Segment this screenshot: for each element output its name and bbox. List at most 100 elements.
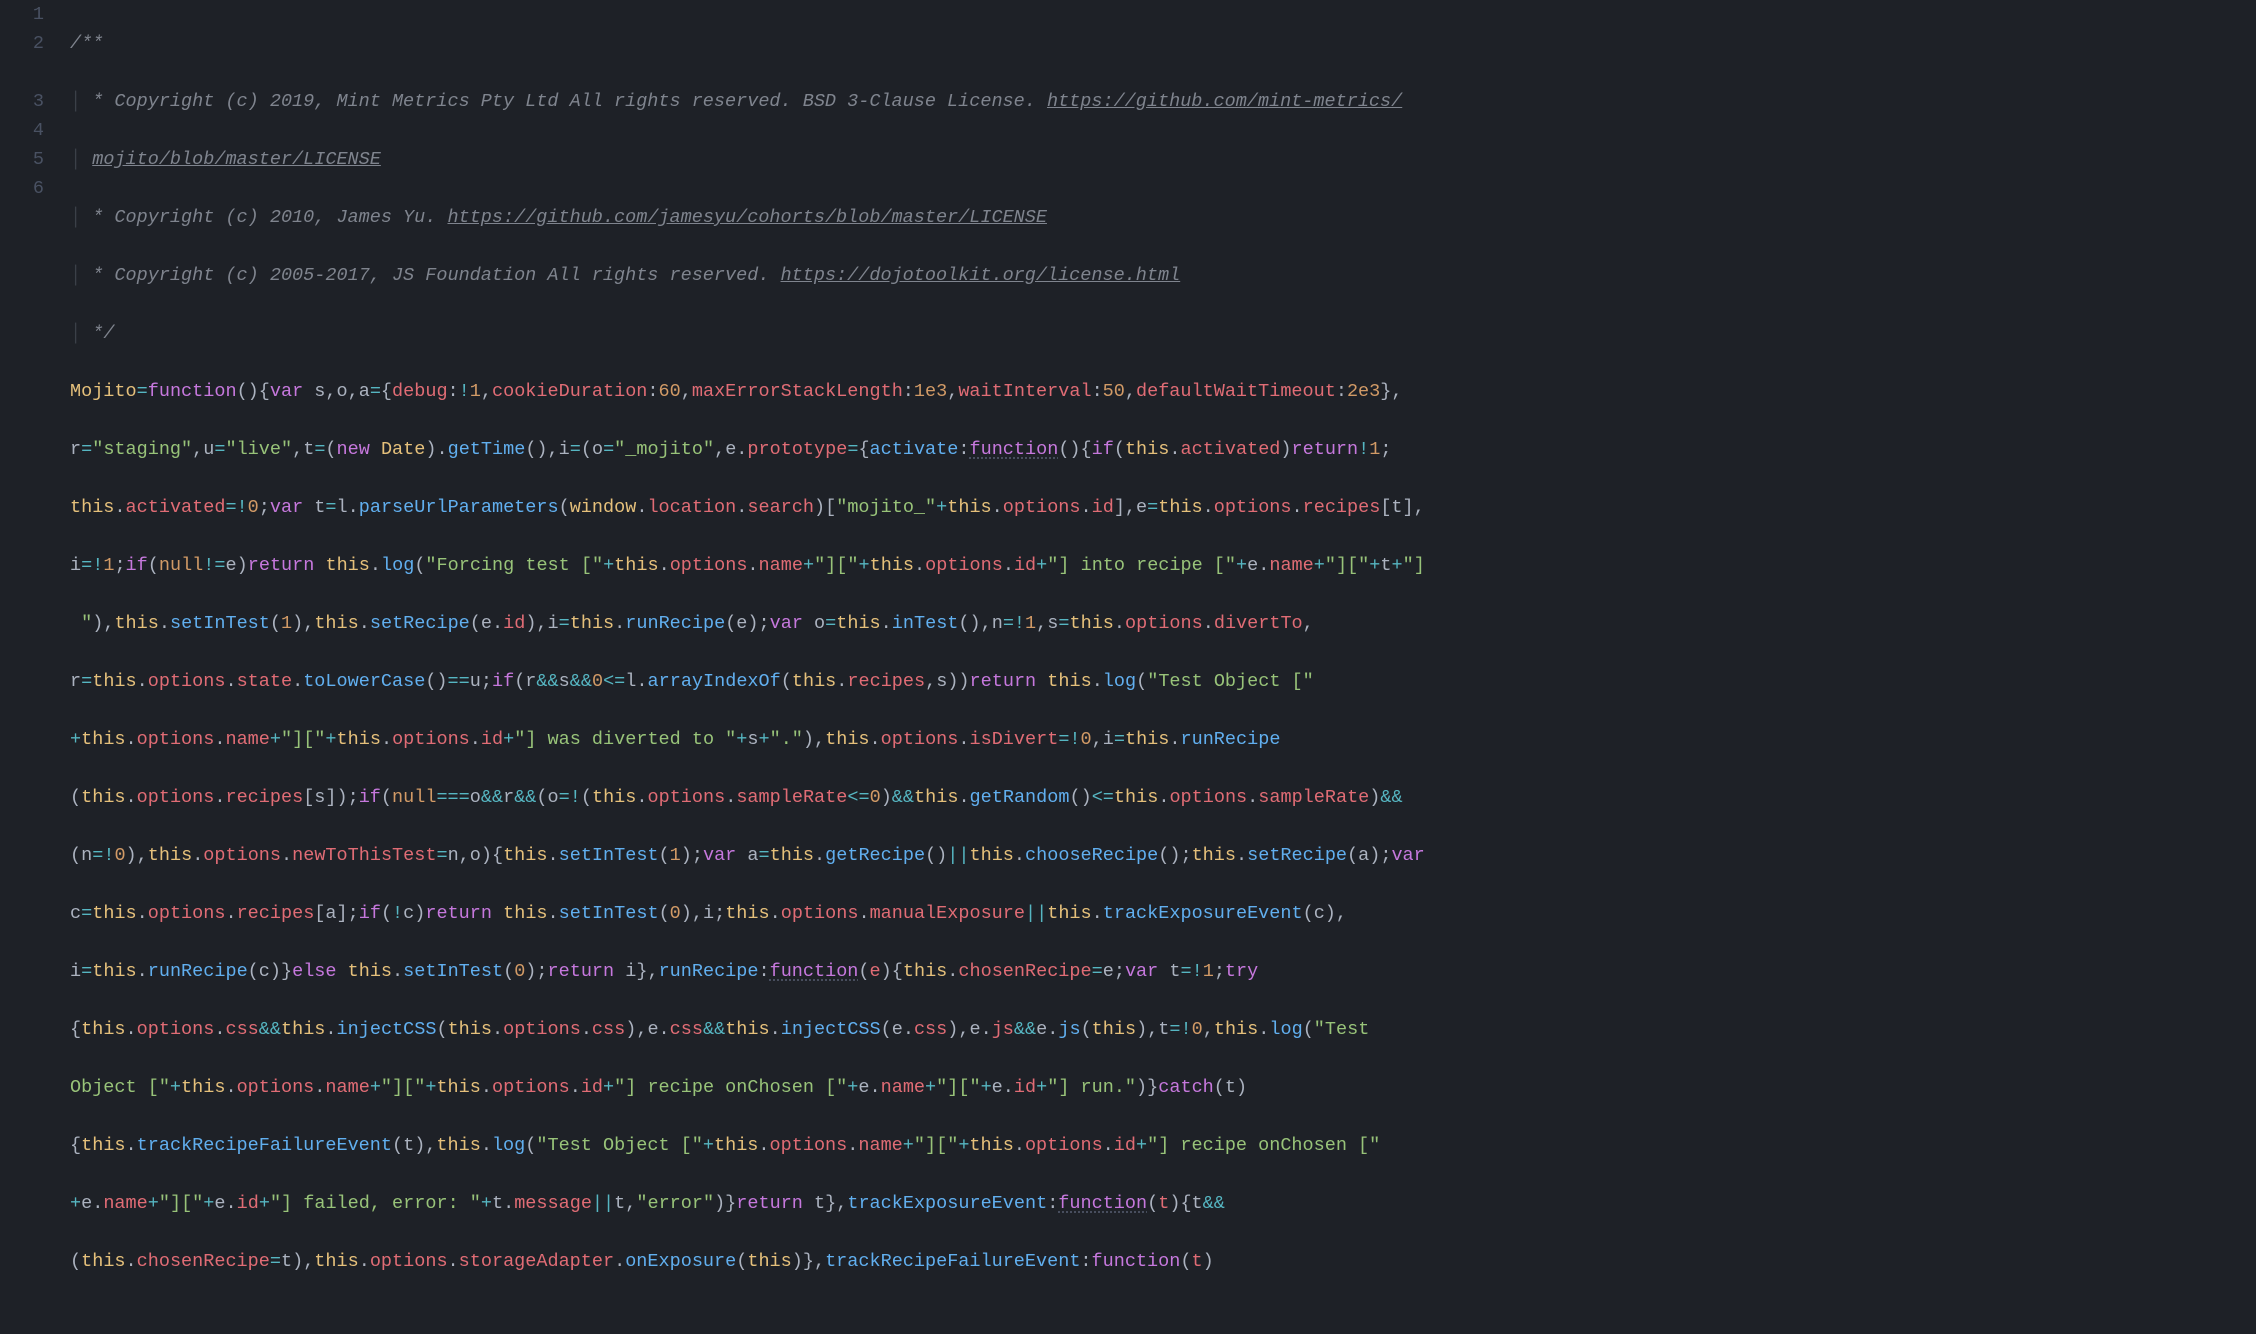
comment-text: * Copyright (c) 2019, Mint Metrics Pty L…: [81, 91, 1047, 112]
this: this: [825, 729, 869, 750]
code-line[interactable]: │ * Copyright (c) 2010, James Yu. https:…: [70, 203, 2256, 232]
line-number: [0, 493, 44, 522]
keyword: var: [1125, 961, 1158, 982]
string: "] recipe onChosen [": [1147, 1135, 1380, 1156]
line-number: [0, 348, 44, 377]
property: id: [237, 1193, 259, 1214]
code-line[interactable]: this.activated=!0;var t=l.parseUrlParame…: [70, 493, 2256, 522]
property: options: [770, 1135, 848, 1156]
this: this: [1047, 903, 1091, 924]
code-line[interactable]: /**: [70, 29, 2256, 58]
code-line[interactable]: {this.options.css&&this.injectCSS(this.o…: [70, 1015, 2256, 1044]
code-line[interactable]: +this.options.name+"]["+this.options.id+…: [70, 725, 2256, 754]
code-line[interactable]: i=this.runRecipe(c)}else this.setInTest(…: [70, 957, 2256, 986]
string: "] into recipe [": [1047, 555, 1236, 576]
object: window: [570, 497, 637, 518]
this: this: [1125, 729, 1169, 750]
property: css: [914, 1019, 947, 1040]
string: "][": [159, 1193, 203, 1214]
property: state: [237, 671, 293, 692]
property: recipes: [237, 903, 315, 924]
property: manualExposure: [870, 903, 1025, 924]
function: inTest: [892, 613, 959, 634]
this: this: [1069, 613, 1113, 634]
code-line[interactable]: "),this.setInTest(1),this.setRecipe(e.id…: [70, 609, 2256, 638]
string: "staging": [92, 439, 192, 460]
comment-link[interactable]: https://github.com/jamesyu/cohorts/blob/…: [447, 207, 1047, 228]
this: this: [970, 845, 1014, 866]
property: options: [1125, 613, 1203, 634]
code-line[interactable]: Object ["+this.options.name+"]["+this.op…: [70, 1073, 2256, 1102]
number: 50: [1103, 381, 1125, 402]
code-line[interactable]: │ */: [70, 319, 2256, 348]
code-content[interactable]: /** │ * Copyright (c) 2019, Mint Metrics…: [70, 0, 2256, 1334]
keyword: var: [270, 497, 303, 518]
function: setRecipe: [1247, 845, 1347, 866]
code-line[interactable]: r="staging",u="live",t=(new Date).getTim…: [70, 435, 2256, 464]
comment-link[interactable]: https://dojotoolkit.org/license.html: [781, 265, 1181, 286]
code-line[interactable]: i=!1;if(null!=e)return this.log("Forcing…: [70, 551, 2256, 580]
keyword: else: [292, 961, 336, 982]
property: name: [858, 1135, 902, 1156]
function: log: [1103, 671, 1136, 692]
this: this: [770, 845, 814, 866]
function: trackRecipeFailureEvent: [137, 1135, 392, 1156]
comment-text: * Copyright (c) 2005-2017, JS Foundation…: [81, 265, 780, 286]
string: "Test Object [": [536, 1135, 703, 1156]
line-number-gutter: 1 2 3 4 5 6: [0, 0, 70, 1334]
keyword: function: [969, 439, 1058, 460]
code-line[interactable]: (this.options.recipes[s]);if(null===o&&r…: [70, 783, 2256, 812]
code-line[interactable]: │ * Copyright (c) 2019, Mint Metrics Pty…: [70, 87, 2256, 116]
code-line[interactable]: r=this.options.state.toLowerCase()==u;if…: [70, 667, 2256, 696]
line-number: [0, 58, 44, 87]
property: options: [503, 1019, 581, 1040]
property: css: [670, 1019, 703, 1040]
code-line[interactable]: │ mojito/blob/master/LICENSE: [70, 145, 2256, 174]
function: setInTest: [403, 961, 503, 982]
code-line[interactable]: (n=!0),this.options.newToThisTest=n,o){t…: [70, 841, 2256, 870]
this: this: [1192, 845, 1236, 866]
this: this: [314, 613, 358, 634]
line-number: 1: [0, 0, 44, 29]
property: options: [137, 1019, 215, 1040]
code-line[interactable]: {this.trackRecipeFailureEvent(t),this.lo…: [70, 1131, 2256, 1160]
code-line[interactable]: c=this.options.recipes[a];if(!c)return t…: [70, 899, 2256, 928]
string: "Forcing test [": [425, 555, 603, 576]
property: options: [137, 729, 215, 750]
line-number: [0, 551, 44, 580]
property: chosenRecipe: [958, 961, 1091, 982]
this: this: [914, 787, 958, 808]
property: id: [581, 1077, 603, 1098]
string: "] recipe onChosen [": [614, 1077, 847, 1098]
property: options: [648, 787, 726, 808]
this: this: [1214, 1019, 1258, 1040]
keyword: function: [1092, 1251, 1181, 1272]
comment-link[interactable]: mojito/blob/master/LICENSE: [92, 149, 381, 170]
keyword: if: [359, 903, 381, 924]
string: "][": [381, 1077, 425, 1098]
code-line[interactable]: +e.name+"]["+e.id+"] failed, error: "+t.…: [70, 1189, 2256, 1218]
function: log: [1269, 1019, 1302, 1040]
code-line[interactable]: │ * Copyright (c) 2005-2017, JS Foundati…: [70, 261, 2256, 290]
code-line[interactable]: (this.chosenRecipe=t),this.options.stora…: [70, 1247, 2256, 1276]
this: this: [81, 1135, 125, 1156]
string: Object [": [70, 1077, 170, 1098]
number: 60: [659, 381, 681, 402]
this: this: [969, 1135, 1013, 1156]
this: this: [114, 613, 158, 634]
function: trackExposureEvent: [1103, 903, 1303, 924]
code-line[interactable]: Mojito=function(){var s,o,a={debug:!1,co…: [70, 377, 2256, 406]
line-number: 6: [0, 174, 44, 203]
property: js: [992, 1019, 1014, 1040]
comment-text: * Copyright (c) 2010, James Yu.: [81, 207, 447, 228]
this: this: [81, 1019, 125, 1040]
property: storageAdapter: [459, 1251, 614, 1272]
number: 2e3: [1347, 381, 1380, 402]
comment-link[interactable]: https://github.com/mint-metrics/: [1047, 91, 1402, 112]
keyword: if: [359, 787, 381, 808]
property: css: [225, 1019, 258, 1040]
this: this: [81, 787, 125, 808]
line-number: [0, 522, 44, 551]
code-editor[interactable]: 1 2 3 4 5 6 /** │ * Copyright (c) 2019, …: [0, 0, 2256, 1334]
property: id: [1014, 555, 1036, 576]
